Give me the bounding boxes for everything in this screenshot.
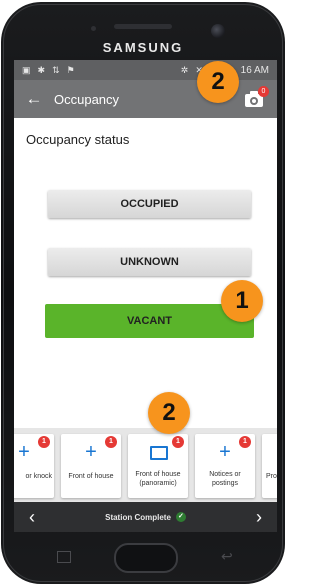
previous-station-button[interactable]: ‹ xyxy=(14,502,50,532)
callout-badge-top: 2 xyxy=(197,61,239,103)
unknown-button[interactable]: UNKNOWN xyxy=(48,248,251,276)
phone-frame: SAMSUNG ▣ ✱ ⇅ ⚑ ✲ ✕ ◠ ▲ 16 AM ← Occupanc… xyxy=(1,2,285,584)
camera-lens xyxy=(250,97,258,105)
station-status: Station Complete ✓ xyxy=(105,512,186,522)
bluetooth-icon: ✲ xyxy=(180,64,189,75)
card-label: Notices or postings xyxy=(209,471,241,487)
camera-button[interactable]: 0 xyxy=(245,86,269,108)
app-screen: ▣ ✱ ⇅ ⚑ ✲ ✕ ◠ ▲ 16 AM ← Occupancy 0 xyxy=(14,60,277,532)
front-camera xyxy=(211,24,225,38)
next-station-button[interactable]: › xyxy=(241,502,277,532)
photo-card-front[interactable]: + 1 Front of house xyxy=(61,434,121,498)
count-badge: 1 xyxy=(239,436,251,448)
sync-icon: ⇅ xyxy=(52,64,60,75)
occupied-button[interactable]: OCCUPIED xyxy=(48,190,251,218)
count-badge: 1 xyxy=(105,436,117,448)
notification-icon: ✱ xyxy=(37,64,46,75)
page-title: Occupancy xyxy=(54,91,120,107)
section-title: Occupancy status xyxy=(26,132,130,147)
photo-strip: + 1 or knock + 1 Front of house 1 Front … xyxy=(14,428,277,502)
panorama-icon xyxy=(150,446,168,460)
callout-badge-middle: 1 xyxy=(221,280,263,322)
card-label: Front of house xyxy=(68,473,114,480)
count-badge: 1 xyxy=(172,436,184,448)
callout-badge-bottom: 2 xyxy=(148,392,190,434)
photo-card-property[interactable]: Prope xyxy=(262,434,277,498)
recent-apps-key[interactable] xyxy=(57,551,71,563)
home-key[interactable] xyxy=(114,543,178,573)
flag-icon: ⚑ xyxy=(66,64,75,75)
checkmark-icon: ✓ xyxy=(175,512,186,522)
bottom-nav-bar: ‹ Station Complete ✓ › xyxy=(14,502,277,532)
back-key-icon[interactable]: ↩ xyxy=(221,548,233,565)
back-arrow-icon[interactable]: ← xyxy=(14,80,54,118)
proximity-sensor xyxy=(91,26,96,31)
card-label: Front of house (panoramic) xyxy=(135,471,181,487)
photo-card-knock[interactable]: + 1 or knock xyxy=(14,434,54,498)
clock: 16 AM xyxy=(240,64,269,76)
photo-card-notices[interactable]: + 1 Notices or postings xyxy=(195,434,255,498)
notification-icons: ▣ ✱ ⇅ ⚑ xyxy=(22,65,75,76)
camera-badge: 0 xyxy=(258,86,269,97)
earpiece-speaker xyxy=(114,24,172,29)
card-label: or knock xyxy=(25,473,52,480)
card-label: Prope xyxy=(266,473,277,480)
count-badge: 1 xyxy=(38,436,50,448)
photo-card-panoramic[interactable]: 1 Front of house (panoramic) xyxy=(128,434,188,498)
station-complete-label: Station Complete xyxy=(105,512,171,522)
brand-logo: SAMSUNG xyxy=(102,40,184,55)
gallery-icon: ▣ xyxy=(22,64,31,75)
